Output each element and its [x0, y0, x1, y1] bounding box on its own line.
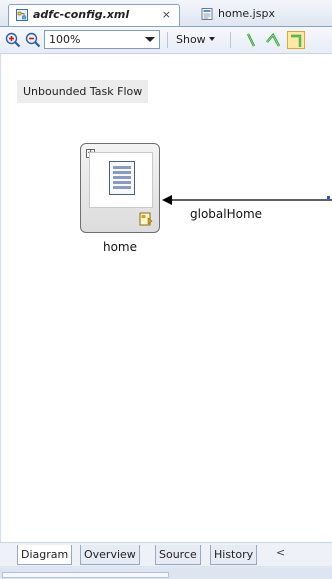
straight-line-icon[interactable]	[243, 32, 259, 48]
tab-history[interactable]: History	[210, 545, 258, 565]
tab-label: adfc-config.xml	[33, 8, 130, 21]
chevron-down-icon	[145, 37, 155, 42]
tab-overview[interactable]: Overview	[80, 545, 140, 565]
bookmark-icon	[139, 212, 153, 226]
elbow-line-icon[interactable]	[265, 32, 281, 48]
toolbar-separator	[230, 32, 231, 48]
node-preview	[89, 152, 153, 208]
zoom-select[interactable]: 100%	[44, 30, 160, 49]
jspx-file-icon	[200, 7, 214, 21]
tab-label: home.jspx	[218, 7, 275, 20]
editor-tab-strip: adfc-config.xml × home.jspx	[0, 0, 332, 27]
show-label: Show	[176, 33, 206, 46]
diagram-canvas[interactable]	[0, 54, 332, 542]
node-label: home	[102, 240, 138, 254]
tab-source[interactable]: Source	[155, 545, 201, 565]
orthogonal-line-icon[interactable]	[287, 31, 305, 49]
tab-diagram[interactable]: Diagram	[17, 545, 73, 565]
toolbar-separator	[167, 32, 168, 48]
view-page-icon	[109, 161, 135, 195]
edge-label: globalHome	[190, 207, 263, 221]
diagram-toolbar: 100% Show	[0, 27, 332, 54]
view-activity-home[interactable]: +	[80, 143, 160, 233]
zoom-out-icon[interactable]	[25, 32, 41, 48]
bottom-strip	[0, 566, 332, 579]
zoom-in-icon[interactable]	[5, 32, 21, 48]
scroll-left-button[interactable]: <	[276, 546, 285, 559]
show-menu-button[interactable]: Show	[176, 32, 215, 48]
close-icon[interactable]: ×	[162, 5, 171, 25]
horizontal-scrollbar[interactable]	[2, 572, 169, 578]
tab-adfc-config[interactable]: adfc-config.xml ×	[8, 4, 180, 26]
chevron-down-icon	[208, 37, 215, 41]
zoom-value: 100%	[49, 33, 81, 46]
tab-home-jspx[interactable]: home.jspx	[194, 4, 294, 26]
xml-config-icon	[15, 8, 29, 22]
panel-label: Unbounded Task Flow	[17, 80, 149, 103]
